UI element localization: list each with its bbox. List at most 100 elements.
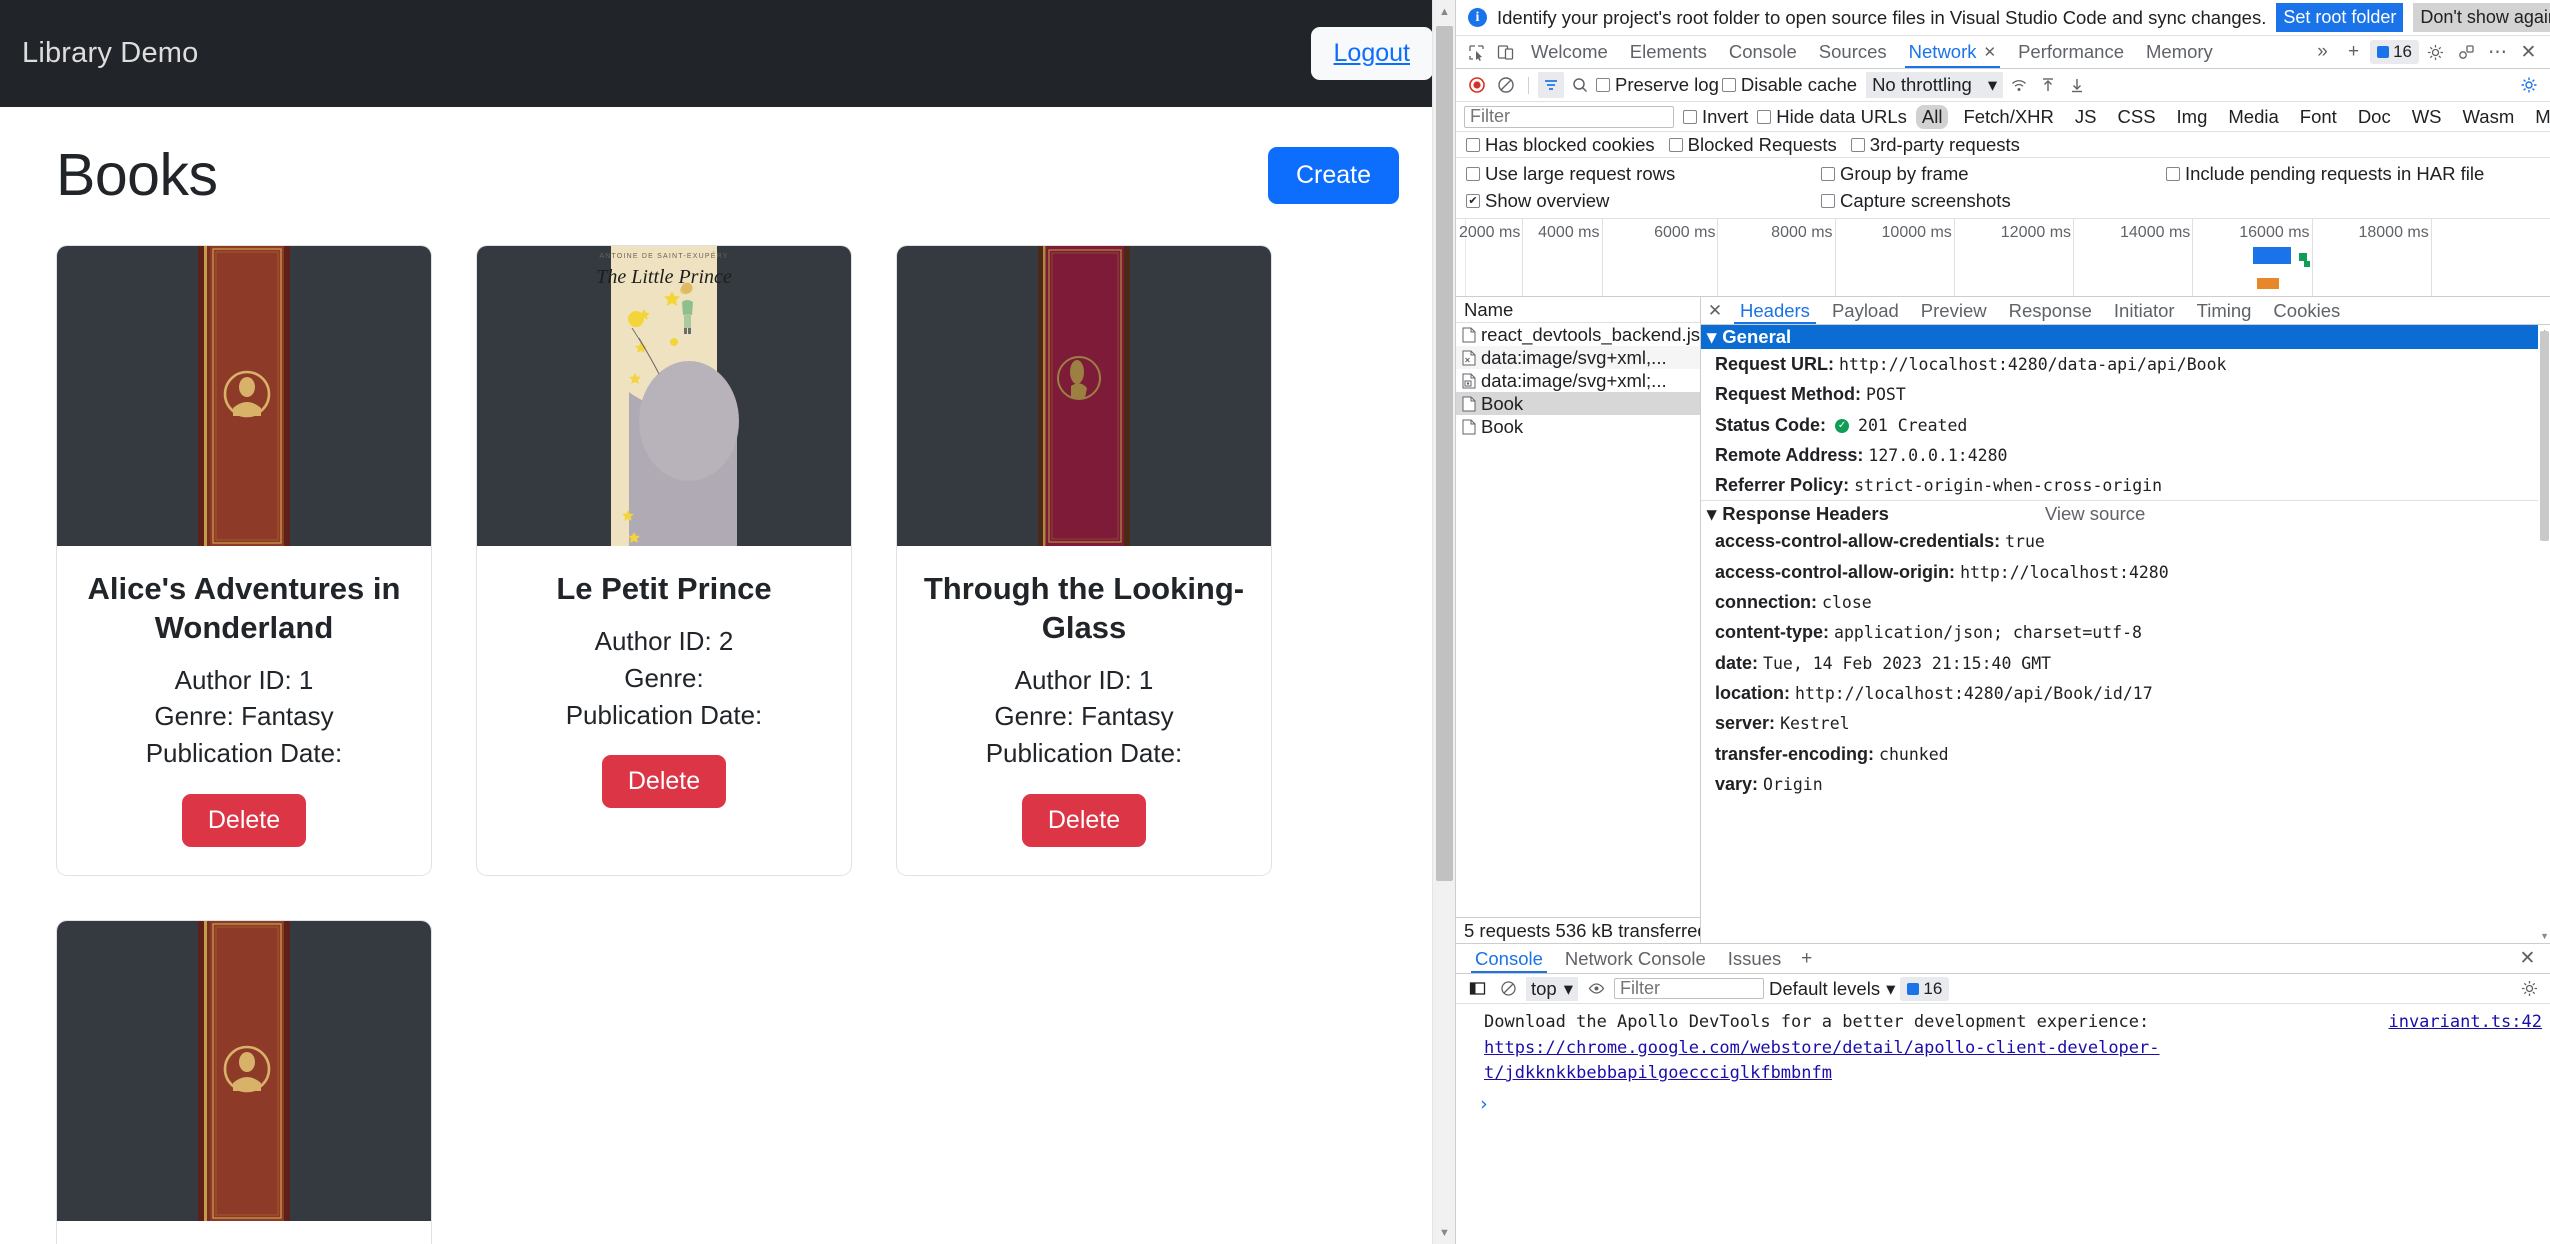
- delete-button[interactable]: Delete: [181, 794, 307, 848]
- network-overview[interactable]: 2000 ms 4000 ms 6000 ms 8000 ms 10000 ms…: [1456, 219, 2550, 297]
- tab-elements[interactable]: Elements: [1619, 36, 1718, 68]
- drawer-tab-issues[interactable]: Issues: [1717, 944, 1792, 973]
- close-detail-icon[interactable]: ✕: [1701, 297, 1729, 324]
- book-card[interactable]: Through the Looking-Glass Author ID: 1 G…: [896, 245, 1272, 877]
- group-by-frame-checkbox[interactable]: Group by frame: [1821, 163, 2166, 185]
- detail-tab-initiator[interactable]: Initiator: [2103, 297, 2186, 324]
- console-message-source[interactable]: invariant.ts:42: [2388, 1010, 2542, 1087]
- scrollbar-thumb[interactable]: [2540, 331, 2549, 541]
- filter-type-css[interactable]: CSS: [2112, 105, 2162, 129]
- create-button[interactable]: Create: [1267, 146, 1399, 204]
- disable-cache-checkbox[interactable]: Disable cache: [1721, 74, 1857, 96]
- more-options-icon[interactable]: ⋯: [2483, 41, 2512, 64]
- third-party-requests-checkbox[interactable]: 3rd-party requests: [1850, 134, 2020, 156]
- request-row[interactable]: data:image/svg+xml,...: [1456, 346, 1700, 369]
- console-filter-input[interactable]: [1614, 978, 1765, 999]
- console-sidebar-icon[interactable]: [1464, 976, 1490, 1002]
- show-overview-checkbox[interactable]: Show overview: [1466, 190, 1821, 212]
- console-levels-select[interactable]: Default levels ▾: [1769, 978, 1895, 1000]
- overview-track[interactable]: 2000 ms 4000 ms 6000 ms 8000 ms 10000 ms…: [1459, 219, 2550, 296]
- console-prompt[interactable]: ›: [1456, 1087, 2550, 1115]
- filter-type-js[interactable]: JS: [2069, 105, 2103, 129]
- filter-type-font[interactable]: Font: [2294, 105, 2343, 129]
- scroll-up-arrow[interactable]: ▲: [1433, 0, 1455, 23]
- clear-console-icon[interactable]: [1495, 976, 1521, 1002]
- export-har-icon[interactable]: [2064, 72, 2090, 98]
- response-headers-section-header[interactable]: ▾ Response Headers View source: [1701, 500, 2550, 526]
- customize-devtools-icon[interactable]: [2452, 44, 2481, 61]
- import-har-icon[interactable]: [2035, 72, 2061, 98]
- book-card[interactable]: ANTOINE DE SAINT-EXUPÉRY The Little Prin…: [476, 245, 852, 877]
- book-card[interactable]: Alice's Adventures in Wonderland Author …: [56, 245, 432, 877]
- tab-performance[interactable]: Performance: [2007, 36, 2135, 68]
- live-expression-icon[interactable]: [1583, 976, 1609, 1002]
- add-drawer-tab-icon[interactable]: +: [1792, 944, 1821, 973]
- dont-show-again-button[interactable]: Don't show again: [2413, 3, 2550, 32]
- set-root-folder-button[interactable]: Set root folder: [2276, 3, 2404, 32]
- logout-button[interactable]: Logout: [1310, 27, 1433, 80]
- drawer-tab-network-console[interactable]: Network Console: [1554, 944, 1717, 973]
- detail-tab-preview[interactable]: Preview: [1910, 297, 1998, 324]
- network-settings-gear-icon[interactable]: [2516, 72, 2542, 98]
- search-icon[interactable]: [1567, 72, 1593, 98]
- scrollbar-thumb[interactable]: [1436, 26, 1453, 881]
- tab-sources[interactable]: Sources: [1808, 36, 1898, 68]
- request-row[interactable]: react_devtools_backend.js: [1456, 323, 1700, 346]
- preserve-log-checkbox[interactable]: Preserve log: [1596, 74, 1719, 96]
- filter-type-all[interactable]: All: [1915, 104, 1949, 129]
- console-issues-counter[interactable]: 16: [1900, 976, 1950, 1001]
- view-source-link[interactable]: View source: [2045, 503, 2145, 525]
- detail-tab-headers[interactable]: Headers: [1729, 297, 1821, 324]
- device-toolbar-icon[interactable]: [1491, 36, 1520, 68]
- request-row[interactable]: Book: [1456, 415, 1700, 438]
- filter-type-wasm[interactable]: Wasm: [2457, 105, 2521, 129]
- detail-tab-response[interactable]: Response: [1998, 297, 2103, 324]
- scroll-down-arrow[interactable]: ▼: [2540, 931, 2549, 941]
- use-large-request-rows-checkbox[interactable]: Use large request rows: [1466, 163, 1821, 185]
- include-pending-requests-checkbox[interactable]: Include pending requests in HAR file: [2166, 163, 2540, 185]
- page-scrollbar[interactable]: ▲ ▼: [1432, 0, 1455, 1244]
- clear-button[interactable]: [1493, 72, 1519, 98]
- request-row[interactable]: data:image/svg+xml;...: [1456, 369, 1700, 392]
- filter-type-img[interactable]: Img: [2171, 105, 2214, 129]
- close-tab-icon[interactable]: ✕: [1984, 43, 1997, 61]
- invert-checkbox[interactable]: Invert: [1683, 106, 1748, 128]
- detail-scrollbar[interactable]: ▲ ▼: [2538, 325, 2550, 943]
- issues-counter[interactable]: 16: [2370, 40, 2419, 64]
- close-drawer-icon[interactable]: ✕: [2513, 947, 2542, 970]
- scroll-down-arrow[interactable]: ▼: [1433, 1221, 1455, 1244]
- general-section-header[interactable]: ▾ General: [1701, 325, 2550, 349]
- drawer-tab-console[interactable]: Console: [1464, 944, 1554, 973]
- filter-type-fetch-xhr[interactable]: Fetch/XHR: [1957, 105, 2059, 129]
- settings-gear-icon[interactable]: [2421, 44, 2450, 61]
- throttling-select[interactable]: No throttling ▾: [1866, 72, 2004, 98]
- add-tab-icon[interactable]: +: [2339, 41, 2368, 63]
- filter-toggle-icon[interactable]: [1538, 72, 1564, 98]
- filter-type-media[interactable]: Media: [2222, 105, 2284, 129]
- request-row[interactable]: Book: [1456, 392, 1700, 415]
- capture-screenshots-checkbox[interactable]: Capture screenshots: [1821, 190, 2166, 212]
- tab-network[interactable]: Network ✕: [1898, 36, 2007, 68]
- detail-tab-payload[interactable]: Payload: [1821, 297, 1910, 324]
- console-context-select[interactable]: top ▾: [1526, 976, 1579, 1001]
- tab-memory[interactable]: Memory: [2135, 36, 2224, 68]
- book-card[interactable]: New book Author ID: 1 Genre: fantasy: [56, 920, 432, 1244]
- console-message-link[interactable]: https://chrome.google.com/webstore/detai…: [1484, 1038, 2160, 1084]
- request-list-header[interactable]: Name: [1456, 297, 1700, 323]
- delete-button[interactable]: Delete: [601, 755, 727, 809]
- more-tabs-icon[interactable]: »: [2308, 41, 2337, 63]
- has-blocked-cookies-checkbox[interactable]: Has blocked cookies: [1466, 134, 1655, 156]
- tab-console[interactable]: Console: [1718, 36, 1808, 68]
- detail-tab-cookies[interactable]: Cookies: [2262, 297, 2351, 324]
- network-filter-input[interactable]: [1464, 105, 1674, 128]
- filter-type-ws[interactable]: WS: [2406, 105, 2448, 129]
- hide-data-urls-checkbox[interactable]: Hide data URLs: [1757, 106, 1907, 128]
- network-conditions-icon[interactable]: [2006, 72, 2032, 98]
- record-button[interactable]: [1464, 72, 1490, 98]
- blocked-requests-checkbox[interactable]: Blocked Requests: [1668, 134, 1837, 156]
- console-settings-gear-icon[interactable]: [2516, 976, 2542, 1002]
- close-devtools-icon[interactable]: ✕: [2514, 41, 2543, 64]
- filter-type-manifest[interactable]: Manifest: [2529, 105, 2550, 129]
- filter-type-doc[interactable]: Doc: [2352, 105, 2397, 129]
- delete-button[interactable]: Delete: [1021, 794, 1147, 848]
